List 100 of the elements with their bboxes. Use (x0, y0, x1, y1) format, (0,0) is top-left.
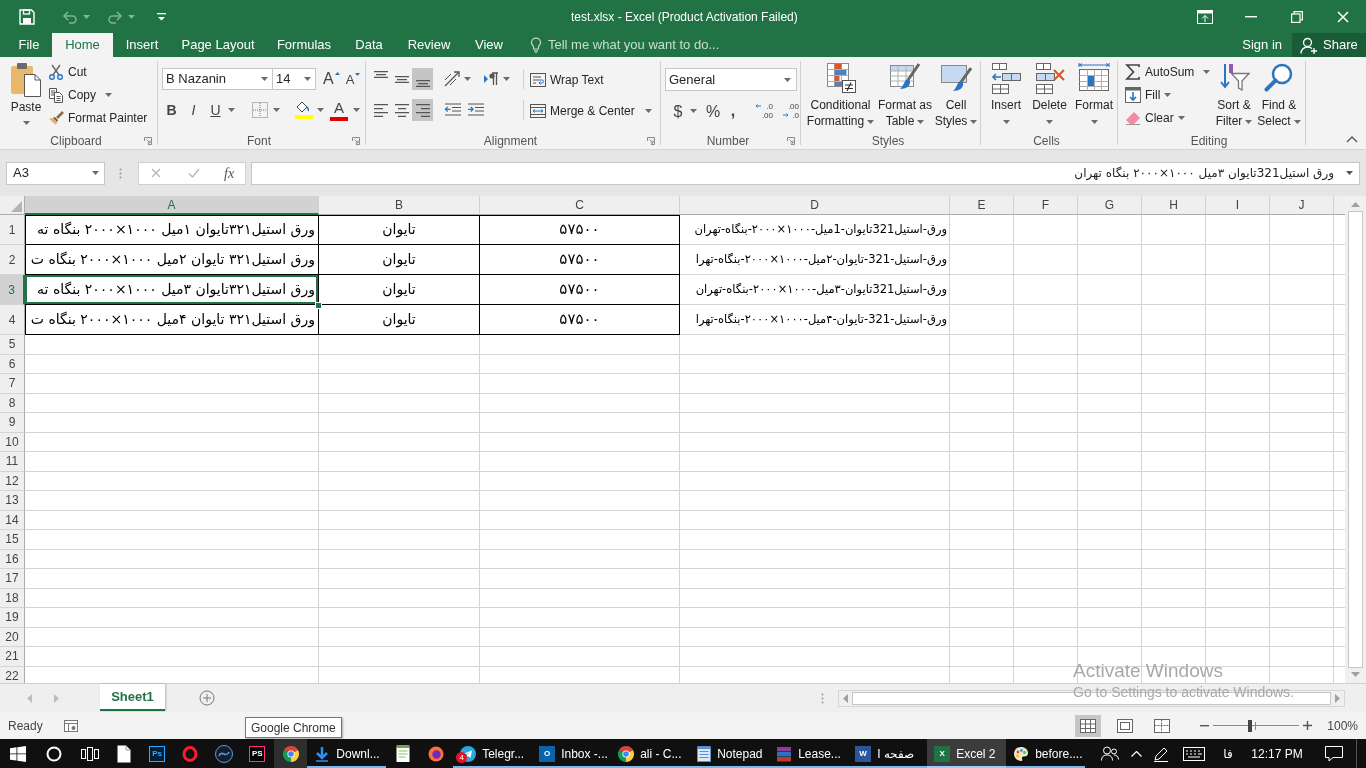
ribbon-tab[interactable]: Insert (113, 33, 171, 57)
column-header[interactable]: H (1142, 196, 1206, 215)
customize-icon[interactable] (157, 12, 166, 21)
cut-button[interactable]: Cut (48, 60, 148, 83)
percent-button[interactable]: % (705, 100, 721, 122)
find-select-button[interactable]: Find & Select (1255, 57, 1303, 129)
zoom-in-icon[interactable] (1303, 721, 1313, 730)
zoom-level[interactable]: 100% (1327, 716, 1366, 735)
taskbar-button[interactable]: ali - C... (611, 739, 691, 768)
sign-in-link[interactable]: Sign in (1242, 33, 1292, 57)
row-header[interactable]: 17 (0, 569, 25, 589)
wrap-text-button[interactable]: Wrap Text (530, 68, 652, 91)
input-language[interactable]: فا (1214, 744, 1242, 763)
name-box[interactable]: A3 (6, 161, 105, 185)
windows-logo-icon[interactable] (10, 745, 26, 762)
format-painter-button[interactable]: Format Painter (48, 106, 148, 129)
macro-record-icon[interactable] (63, 719, 78, 732)
currency-button[interactable]: $ (671, 100, 685, 122)
scrollbar-thumb[interactable] (1348, 211, 1363, 668)
delete-cells-button[interactable]: Delete (1028, 57, 1071, 129)
row-header[interactable]: 2 (0, 245, 25, 275)
insert-function-button[interactable]: fx (224, 162, 235, 184)
clock-time[interactable]: 12:17 PM (1242, 744, 1312, 763)
number-format-combobox[interactable]: General (665, 68, 797, 91)
column-header[interactable]: J (1270, 196, 1334, 215)
copy-button[interactable]: Copy (48, 83, 96, 106)
sheet-tab[interactable]: Sheet1 (100, 684, 165, 711)
taskbar-button[interactable]: before.... (1006, 739, 1086, 768)
underline-button[interactable]: U (206, 99, 225, 121)
row-header[interactable]: 1 (0, 215, 25, 245)
dialog-launcher-icon[interactable] (647, 136, 655, 145)
dialog-launcher-icon[interactable] (352, 136, 360, 145)
people-icon[interactable] (1101, 746, 1119, 761)
taskbar-button[interactable] (273, 739, 308, 768)
paint-bucket-icon[interactable] (295, 101, 313, 119)
dialog-launcher-icon[interactable] (144, 136, 152, 145)
row-header[interactable]: 15 (0, 530, 25, 550)
conditional-formatting-button[interactable]: Conditional Formatting (804, 57, 877, 129)
decrease-indent-icon[interactable] (444, 103, 462, 117)
close-icon[interactable] (1337, 10, 1349, 23)
column-header[interactable]: F (1014, 196, 1078, 215)
row-header[interactable]: 3 (0, 275, 25, 305)
ribbon-tab[interactable]: Page Layout (171, 33, 265, 57)
ribbon-tab[interactable]: File (6, 33, 52, 57)
increase-indent-icon[interactable] (467, 103, 485, 117)
chevron-up-icon[interactable] (1130, 750, 1142, 757)
insert-cells-button[interactable]: Insert (984, 57, 1028, 129)
row-header[interactable]: 4 (0, 305, 25, 335)
shrink-font-button[interactable]: A (343, 68, 363, 90)
fill-button[interactable]: Fill (1125, 83, 1213, 106)
add-sheet-icon[interactable] (199, 690, 215, 706)
font-name-combobox[interactable]: B Nazanin (162, 68, 273, 90)
row-header[interactable]: 13 (0, 491, 25, 511)
keyboard-icon[interactable] (1183, 746, 1205, 761)
zoom-out-icon[interactable] (1200, 724, 1210, 727)
slider-thumb[interactable] (1248, 719, 1253, 732)
formula-field[interactable]: ورق استیل321تایوان ۳میل ۱۰۰۰×۲۰۰۰ بنگاه تهران (251, 161, 1360, 185)
ribbon-display-options-icon[interactable] (1197, 9, 1213, 24)
ribbon-tab[interactable]: Formulas (265, 33, 343, 57)
font-size-combobox[interactable]: 14 (272, 68, 316, 90)
clear-button[interactable]: Clear (1125, 106, 1213, 129)
comma-style-button[interactable]: , (728, 100, 738, 122)
collapse-ribbon-icon[interactable] (1346, 136, 1358, 143)
row-header[interactable]: 19 (0, 608, 25, 628)
taskbar-button[interactable]: Ps (140, 739, 174, 768)
cell-styles-button[interactable]: Cell Styles (933, 57, 979, 129)
align-bottom-button[interactable] (412, 68, 433, 90)
format-cells-button[interactable]: Format (1071, 57, 1117, 129)
taskbar-button[interactable]: Notepad (690, 739, 770, 768)
format-as-table-button[interactable]: Format as Table (877, 57, 933, 129)
column-header[interactable]: D (680, 196, 950, 215)
fill-handle-icon[interactable] (315, 302, 322, 309)
merge-center-button[interactable]: Merge & Center (530, 99, 635, 123)
autosum-button[interactable]: AutoSum (1125, 60, 1195, 83)
ring-icon[interactable] (46, 745, 62, 762)
sort-filter-button[interactable]: Sort & Filter (1213, 57, 1255, 129)
pen-icon[interactable] (1153, 745, 1169, 762)
dialog-launcher-icon[interactable] (787, 136, 795, 145)
taskbar-button[interactable]: Lease... (769, 739, 849, 768)
taskbar-button[interactable]: 4 Telegr... (453, 739, 533, 768)
row-header[interactable]: 11 (0, 452, 25, 472)
row-header[interactable]: 9 (0, 413, 25, 433)
increase-decimal-button[interactable]: .0 .00 (753, 100, 773, 122)
taskbar-button[interactable]: Downl... (307, 739, 387, 768)
speech-bubble-icon[interactable] (1325, 745, 1343, 762)
ribbon-tab[interactable]: View (463, 33, 515, 57)
taskbar-button[interactable]: X Excel 2 (927, 739, 1007, 768)
column-header[interactable]: G (1078, 196, 1142, 215)
checkmark-icon[interactable] (188, 168, 200, 178)
paste-button[interactable]: Paste (7, 57, 45, 129)
row-header[interactable]: 5 (0, 335, 25, 355)
ribbon-tab[interactable]: Home (52, 33, 113, 57)
bold-button[interactable]: B (162, 99, 181, 121)
share-button[interactable]: Share (1292, 33, 1366, 57)
minimize-icon[interactable] (1245, 15, 1257, 18)
zoom-slider[interactable] (1213, 719, 1300, 732)
column-header[interactable]: B (319, 196, 480, 215)
decrease-decimal-button[interactable]: .00 .0 (779, 100, 799, 122)
restore-icon[interactable] (1291, 10, 1303, 23)
column-header[interactable]: A (25, 196, 319, 215)
